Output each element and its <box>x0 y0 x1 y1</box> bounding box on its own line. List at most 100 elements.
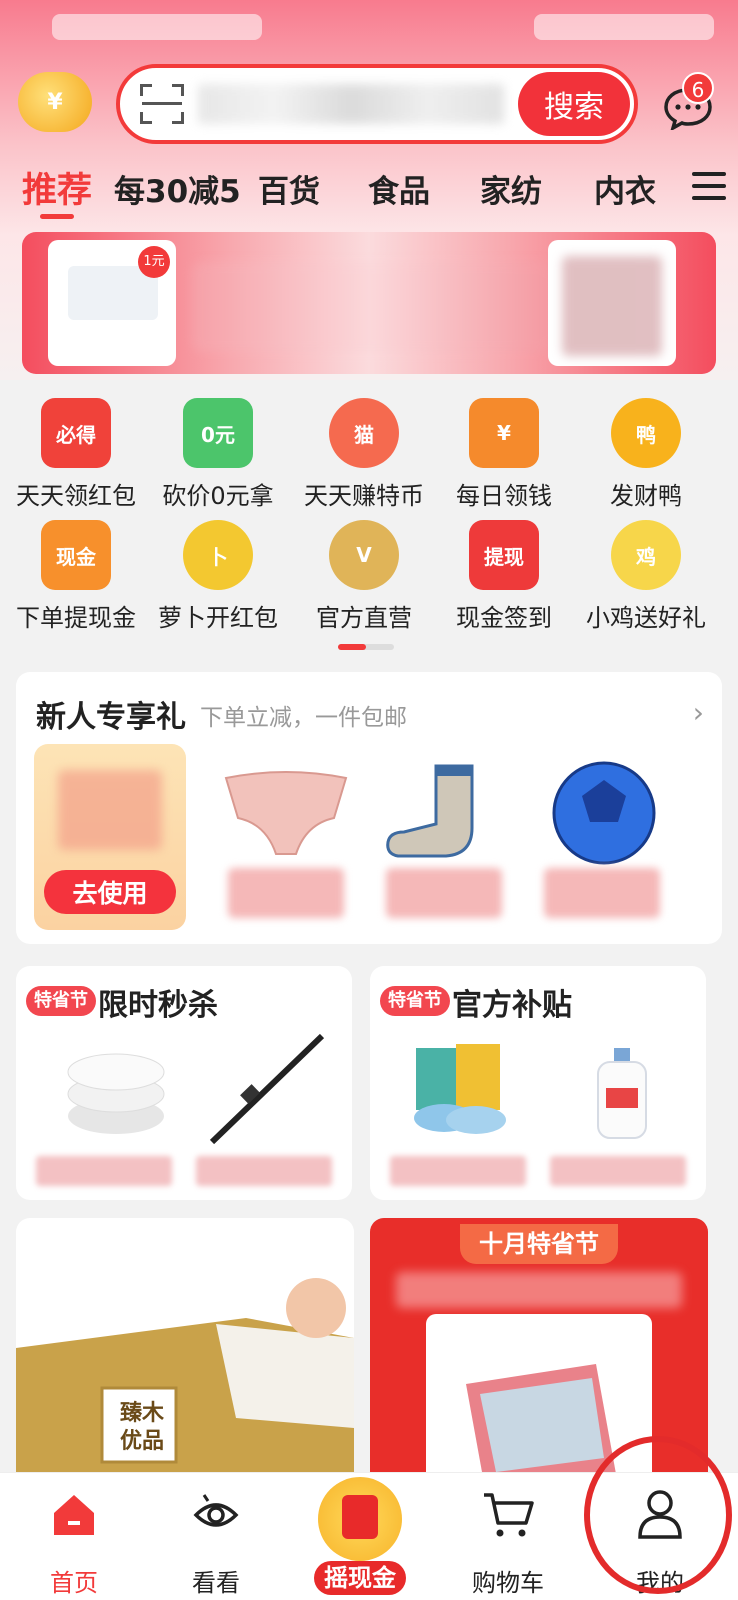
cat-mascot-icon: 猫 <box>329 398 399 468</box>
grid-item-label: 每日领钱 <box>456 482 552 510</box>
status-bar-right <box>534 14 714 40</box>
newcomer-coupon[interactable]: 去使用 <box>34 744 186 930</box>
grid-item-label: 砍价0元拿 <box>162 482 274 510</box>
nav-shake-cash[interactable]: 摇现金 <box>300 1473 420 1600</box>
coupon-amount-blurred <box>58 770 162 850</box>
tab-home-textile[interactable]: 家纺 <box>480 166 542 211</box>
paper-towel-image <box>16 1278 354 1488</box>
banner-center-blurred <box>192 262 552 352</box>
menu-icon[interactable] <box>692 172 726 202</box>
home-icon <box>54 1495 94 1535</box>
grid-item-official[interactable]: V 官方直营 <box>290 520 438 633</box>
tab-recommend[interactable]: 推荐 <box>22 162 92 213</box>
nav-label: 购物车 <box>472 1569 544 1597</box>
product-wiper-image <box>209 1033 325 1145</box>
grid-item-label: 发财鸭 <box>610 482 682 510</box>
banner-product-right[interactable] <box>548 240 676 366</box>
price-blurred <box>390 1156 526 1186</box>
nav-home[interactable]: 首页 <box>14 1473 134 1600</box>
newcomer-gift-card[interactable]: 新人专享礼 下单立减，一件包邮 › 去使用 <box>16 672 722 944</box>
grid-item-label: 官方直营 <box>316 604 412 632</box>
cart-icon <box>484 1493 534 1537</box>
newcomer-title: 新人专享礼 <box>36 700 186 735</box>
highlight-circle-annotation <box>584 1436 732 1594</box>
nav-label: 首页 <box>50 1569 98 1597</box>
flash-sale-card[interactable]: 特省节 限时秒杀 <box>16 966 352 1200</box>
wallet-icon: ¥ <box>469 398 539 468</box>
grid-item-red-envelope[interactable]: 必得 天天领红包 <box>2 398 150 511</box>
banner-right-image <box>562 256 662 356</box>
use-coupon-button[interactable]: 去使用 <box>44 870 176 914</box>
banner-product-tissue[interactable]: 1元 <box>48 240 176 366</box>
grid-item-cash-checkin[interactable]: 提现 现金签到 <box>430 520 578 633</box>
price-badge: 1元 <box>138 246 170 278</box>
duck-icon: 鸭 <box>611 398 681 468</box>
grid-item-label: 萝卜开红包 <box>158 604 278 632</box>
price-blurred <box>36 1156 172 1186</box>
product-price-blurred <box>544 868 660 918</box>
nav-label: 看看 <box>192 1569 240 1597</box>
product-lotion-image <box>597 1048 647 1139</box>
app-screen: ¥ 搜索 6 推荐 每30减5 百货 食品 家纺 内衣 1元 必得 天天领红包 … <box>0 0 738 1600</box>
rabbit-v-icon: V <box>329 520 399 590</box>
feed-card-paper-towel[interactable]: 臻木优品 <box>16 1218 354 1488</box>
search-button[interactable]: 搜索 <box>518 72 630 136</box>
grid-item-daily-money[interactable]: ¥ 每日领钱 <box>430 398 578 511</box>
product-masks-image <box>414 1044 506 1134</box>
product-underwear[interactable] <box>216 758 356 868</box>
search-input[interactable] <box>198 84 504 124</box>
grid-item-label: 天天领红包 <box>16 482 136 510</box>
flash-sale-title: 限时秒杀 <box>98 988 218 1023</box>
coin-icon[interactable]: ¥ <box>18 72 92 132</box>
newcomer-subtitle: 下单立减，一件包邮 <box>200 705 407 731</box>
official-subsidy-title: 官方补贴 <box>452 988 572 1023</box>
grid-item-radish[interactable]: 卜 萝卜开红包 <box>144 520 292 633</box>
search-bar[interactable]: 搜索 <box>116 64 638 144</box>
grid-item-chick-gift[interactable]: 鸡 小鸡送好礼 <box>572 520 720 633</box>
grid-item-label: 下单提现金 <box>16 604 136 632</box>
festival-badge: 特省节 <box>26 986 96 1016</box>
grid-item-bargain[interactable]: 0元 砍价0元拿 <box>144 398 292 511</box>
grid-item-lucky-duck[interactable]: 鸭 发财鸭 <box>572 398 720 511</box>
paper-brand-label: 臻木优品 <box>119 1401 164 1454</box>
tab-discount[interactable]: 每30减5 <box>114 166 241 211</box>
nav-watch[interactable]: 看看 <box>156 1473 276 1600</box>
scan-icon[interactable] <box>140 84 184 124</box>
festival-title: 十月特省节 <box>460 1224 618 1264</box>
feature-grid: 必得 天天领红包 0元 砍价0元拿 猫 天天赚特币 ¥ 每日领钱 鸭 发财鸭 现… <box>0 390 738 640</box>
shake-cash-icon <box>318 1477 402 1561</box>
product-pads-image <box>67 1053 165 1134</box>
tab-food[interactable]: 食品 <box>368 166 430 211</box>
grid-item-earn-coins[interactable]: 猫 天天赚特币 <box>290 398 438 511</box>
product-sock[interactable] <box>376 758 516 868</box>
radish-icon: 卜 <box>183 520 253 590</box>
grid-item-label: 现金签到 <box>456 604 552 632</box>
status-bar-left <box>52 14 262 40</box>
shake-cash-label: 摇现金 <box>314 1561 406 1595</box>
grid-page-indicator <box>338 644 394 650</box>
grid-item-cash-order[interactable]: 现金 下单提现金 <box>2 520 150 633</box>
festival-subtitle-blurred <box>396 1272 682 1308</box>
festival-badge: 特省节 <box>380 986 450 1016</box>
tab-underwear[interactable]: 内衣 <box>594 166 656 211</box>
tab-general[interactable]: 百货 <box>258 166 320 211</box>
promo-banner[interactable]: 1元 <box>22 232 716 374</box>
grid-item-label: 天天赚特币 <box>304 482 424 510</box>
cash-checkin-icon: 提现 <box>469 520 539 590</box>
eye-icon <box>193 1494 239 1527</box>
chevron-right-icon[interactable]: › <box>693 696 704 729</box>
product-price-blurred <box>386 868 502 918</box>
product-football[interactable] <box>534 758 674 868</box>
chick-icon: 鸡 <box>611 520 681 590</box>
category-tabs: 推荐 每30减5 百货 食品 家纺 内衣 <box>0 160 738 220</box>
price-blurred <box>550 1156 686 1186</box>
official-subsidy-card[interactable]: 特省节 官方补贴 <box>370 966 706 1200</box>
red-envelope-icon: 必得 <box>41 398 111 468</box>
nav-cart[interactable]: 购物车 <box>448 1473 568 1600</box>
tab-active-indicator <box>40 214 74 219</box>
product-price-blurred <box>228 868 344 918</box>
grid-item-label: 小鸡送好礼 <box>586 604 706 632</box>
message-badge: 6 <box>682 72 714 104</box>
zero-yuan-hand-icon: 0元 <box>183 398 253 468</box>
cash-cart-icon: 现金 <box>41 520 111 590</box>
